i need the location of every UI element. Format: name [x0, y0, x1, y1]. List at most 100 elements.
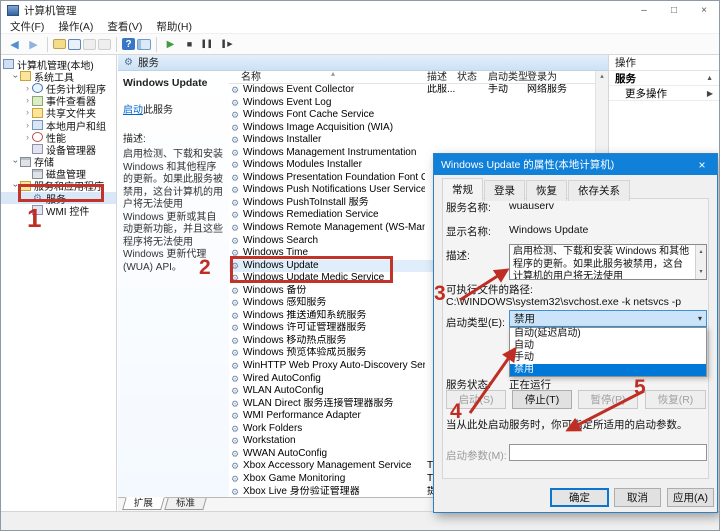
back-arrow-icon[interactable]: ◀	[6, 36, 23, 52]
service-name: Windows Event Log	[243, 97, 425, 110]
service-name-label: 服务名称:	[446, 200, 491, 215]
service-row[interactable]: ⚙Windows Image Acquisition (WIA)	[229, 122, 595, 135]
service-name: Windows Search	[243, 235, 425, 248]
service-row[interactable]: ⚙Windows Event Log	[229, 97, 595, 110]
service-name: WLAN Direct 服务连接管理器服务	[243, 398, 425, 411]
service-name: Windows Font Cache Service	[243, 109, 425, 122]
dialog-tab-0[interactable]: 常规	[442, 178, 483, 201]
startup-params-input[interactable]	[509, 444, 707, 461]
selected-service-title: Windows Update	[123, 77, 223, 89]
tree-expander-icon[interactable]: ›	[11, 157, 20, 166]
services-icon: ⚙	[32, 193, 43, 203]
ok-button[interactable]: 确定	[550, 488, 609, 507]
tree-expander-icon[interactable]: ›	[23, 84, 32, 93]
service-row[interactable]: ⚙Windows Event Collector此服...手动网络服务	[229, 84, 595, 97]
dialog-tab-2[interactable]: 恢复	[526, 180, 567, 201]
service-row[interactable]: ⚙ Windows Font Cache Service	[229, 109, 595, 122]
dropdown-option[interactable]: 自动	[510, 340, 706, 352]
restart-service-icon[interactable]: ▌▶	[219, 36, 236, 52]
column-header-4[interactable]: 登录为	[527, 71, 557, 84]
scroll-up-icon[interactable]: ▴	[596, 71, 608, 83]
service-gear-icon: ⚙	[231, 235, 239, 248]
dialog-close-button[interactable]: ×	[687, 154, 717, 175]
textarea-scrollbar[interactable]: ▴ ▾	[695, 245, 706, 279]
tree-expander-icon[interactable]: ›	[23, 96, 32, 105]
menu-item[interactable]: 文件(F)	[3, 19, 51, 34]
dropdown-option[interactable]: 手动	[510, 352, 706, 364]
minimize-button[interactable]: –	[629, 1, 659, 19]
startup-type-combobox[interactable]: 禁用 ▾	[509, 310, 707, 327]
service-gear-icon: ⚙	[231, 122, 239, 135]
console-tree: 计算机管理(本地) ›系统工具›任务计划程序›事件查看器›共享文件夹›本地用户和…	[1, 55, 117, 511]
column-header-2[interactable]: 状态	[457, 71, 477, 84]
service-name: Windows 备份	[243, 285, 425, 298]
stop-button[interactable]: 停止(T)	[512, 390, 572, 409]
dialog-tab-3[interactable]: 依存关系	[568, 180, 630, 201]
cancel-button[interactable]: 取消	[614, 488, 661, 507]
submenu-arrow-icon: ▶	[707, 89, 713, 98]
stop-service-icon[interactable]: ■	[181, 36, 198, 52]
service-name: Windows Push Notifications User Service_…	[243, 184, 425, 197]
dropdown-option[interactable]: 禁用	[510, 364, 706, 376]
service-name: Windows Modules Installer	[243, 159, 425, 172]
service-name: Windows Presentation Foundation Font Cac…	[243, 172, 425, 185]
more-actions-item[interactable]: 更多操作 ▶	[609, 86, 719, 101]
service-gear-icon: ⚙	[231, 222, 239, 235]
status-bar	[1, 511, 719, 530]
column-header-1[interactable]: 描述	[427, 71, 447, 84]
service-gear-icon: ⚙	[231, 398, 239, 411]
service-name: Windows Installer	[243, 134, 425, 147]
help-icon[interactable]: ?	[122, 38, 135, 50]
toolbar-separator	[116, 37, 117, 52]
dialog-description-label: 描述:	[446, 248, 470, 263]
title-bar: 计算机管理 – □ ×	[1, 1, 719, 19]
list-header: ▴ 名称 描述状态启动类型登录为	[229, 71, 608, 84]
pause-button[interactable]: 暂停(P)	[578, 390, 638, 409]
console-tree-icon[interactable]	[53, 39, 66, 49]
tree-item-label: 服务和应用程序	[34, 178, 104, 193]
action-pane-icon[interactable]	[137, 39, 151, 50]
view-tab-0[interactable]: 扩展	[122, 497, 165, 510]
textarea-scroll-down-icon[interactable]: ▾	[696, 266, 706, 279]
start-service-icon[interactable]: ▶	[162, 36, 179, 52]
start-service-link[interactable]: 启动	[123, 105, 143, 116]
resume-button[interactable]: 恢复(R)	[645, 390, 706, 409]
column-header-3[interactable]: 启动类型	[488, 71, 528, 84]
dropdown-option[interactable]: 自动(延迟启动)	[510, 328, 706, 340]
tree-item-wmi-control[interactable]: WMI 控件	[1, 204, 116, 216]
service-gear-icon: ⚙	[231, 385, 239, 398]
apply-button[interactable]: 应用(A)	[667, 488, 714, 507]
service-name: Xbox Live 身份验证管理器	[243, 486, 425, 498]
service-name: Windows 感知服务	[243, 297, 425, 310]
maximize-button[interactable]: □	[659, 1, 689, 19]
menu-item[interactable]: 帮助(H)	[149, 19, 199, 34]
column-header-0[interactable]: 名称	[241, 71, 261, 84]
export-list-icon[interactable]	[83, 39, 96, 50]
menu-item[interactable]: 操作(A)	[51, 19, 100, 34]
tree-item-device-manager[interactable]: 设备管理器	[1, 143, 116, 155]
tree-expander-icon[interactable]: ›	[11, 72, 20, 81]
console-window-icon[interactable]	[68, 39, 81, 50]
dialog-description-box[interactable]: 启用检测、下载和安装 Windows 和其他程序的更新。如果此服务被禁用，这台计…	[509, 244, 707, 280]
collapse-group-icon[interactable]: ▲	[706, 75, 713, 82]
tree-expander-icon[interactable]: ›	[23, 133, 32, 142]
tree-expander-icon[interactable]: ›	[23, 108, 32, 117]
service-gear-icon: ⚙	[231, 109, 239, 122]
textarea-scroll-up-icon[interactable]: ▴	[696, 246, 706, 259]
actions-group-services[interactable]: 服务 ▲	[609, 71, 719, 86]
pause-service-icon[interactable]: ▌▌	[200, 36, 217, 52]
tree-expander-icon[interactable]: ›	[23, 121, 32, 130]
menu-item[interactable]: 查看(V)	[100, 19, 149, 34]
properties-icon[interactable]	[98, 39, 111, 50]
service-gear-icon: ⚙	[231, 172, 239, 185]
service-description: 此服...	[427, 84, 456, 97]
start-button[interactable]: 启动(S)	[446, 390, 506, 409]
close-button[interactable]: ×	[689, 1, 719, 19]
service-gear-icon: ⚙	[231, 272, 239, 285]
service-name: Work Folders	[243, 423, 425, 436]
service-row[interactable]: ⚙Windows Installer	[229, 134, 595, 147]
view-tab-1[interactable]: 标准	[164, 498, 206, 510]
tree-expander-icon[interactable]: ›	[11, 181, 20, 190]
forward-arrow-icon[interactable]: ▶	[25, 36, 42, 52]
dialog-tab-1[interactable]: 登录	[484, 180, 525, 201]
